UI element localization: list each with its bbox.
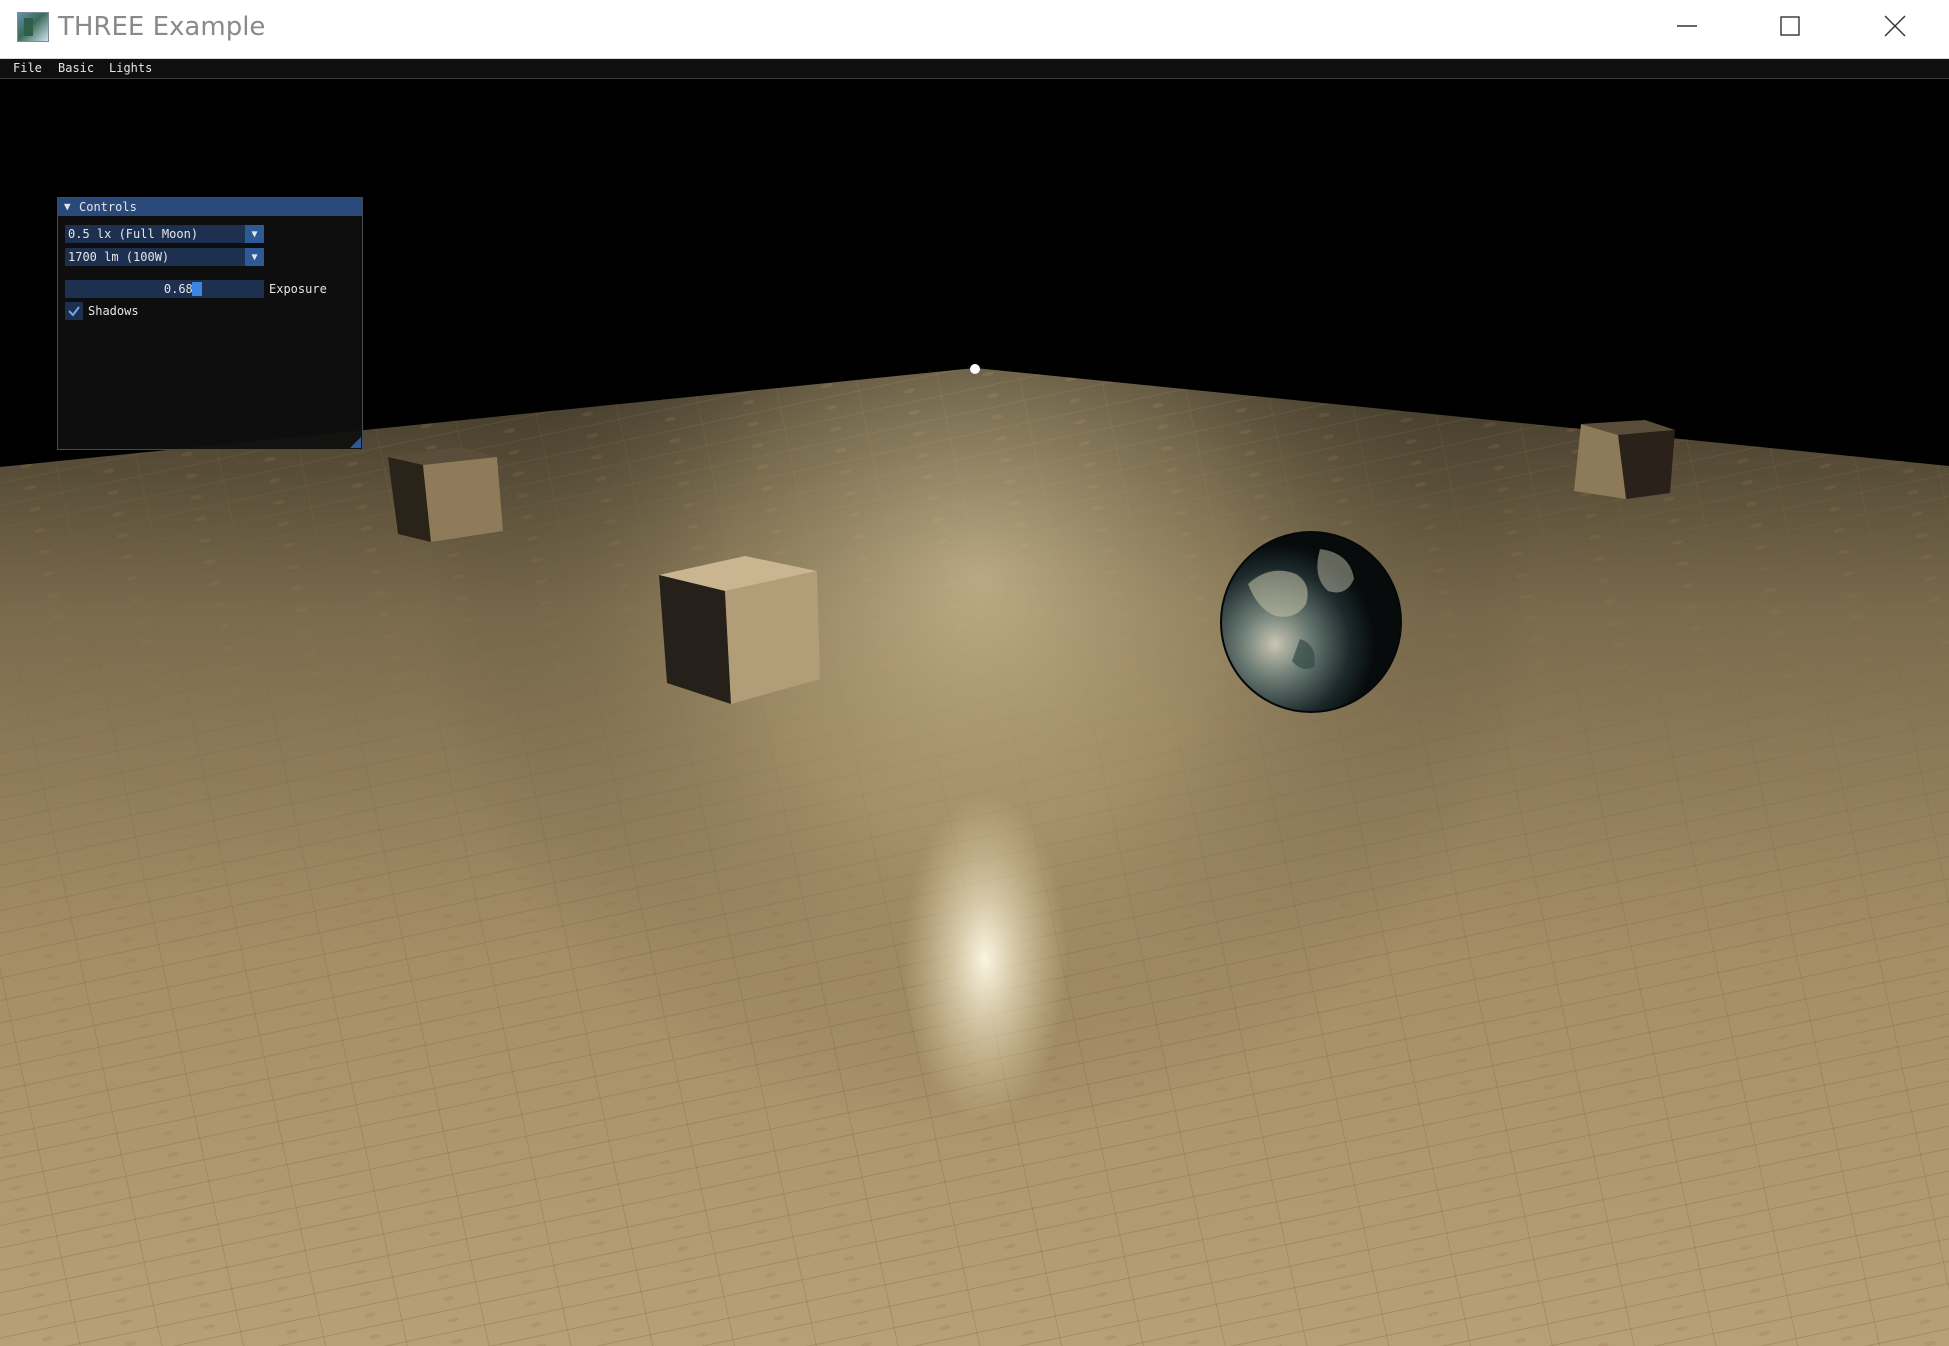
menu-lights[interactable]: Lights xyxy=(109,61,152,75)
menu-basic[interactable]: Basic xyxy=(58,61,94,75)
ambient-light-value: 0.5 lx (Full Moon) xyxy=(68,227,199,241)
maximize-icon xyxy=(1780,16,1800,36)
controls-panel[interactable]: ▼ Controls 0.5 lx (Full Moon) ▼ 1700 lm … xyxy=(57,197,363,450)
shadows-label: Shadows xyxy=(88,304,139,318)
menu-file[interactable]: File xyxy=(13,61,42,75)
collapse-triangle-icon[interactable]: ▼ xyxy=(64,200,71,213)
app-icon xyxy=(17,12,49,42)
close-button[interactable] xyxy=(1845,0,1945,52)
menu-bar: File Basic Lights xyxy=(0,59,1949,79)
bulb-power-value: 1700 lm (100W) xyxy=(68,250,170,264)
minimize-icon xyxy=(1677,25,1697,27)
center-cube xyxy=(659,556,820,704)
bulb-power-combo[interactable]: 1700 lm (100W) ▼ xyxy=(65,248,264,266)
window-titlebar[interactable]: THREE Example xyxy=(0,0,1949,59)
dropdown-arrow-icon[interactable]: ▼ xyxy=(245,248,264,266)
light-bulb xyxy=(970,364,980,374)
earth-sphere xyxy=(1220,531,1402,713)
slider-grab-handle[interactable] xyxy=(192,282,202,296)
dropdown-arrow-icon[interactable]: ▼ xyxy=(245,225,264,243)
ambient-light-combo[interactable]: 0.5 lx (Full Moon) ▼ xyxy=(65,225,264,243)
maximize-button[interactable] xyxy=(1740,0,1840,52)
exposure-slider[interactable]: 0.680 xyxy=(65,280,264,298)
render-viewport[interactable]: ▼ Controls 0.5 lx (Full Moon) ▼ 1700 lm … xyxy=(0,79,1949,1346)
exposure-value: 0.680 xyxy=(163,282,200,296)
light-reflection xyxy=(895,789,1075,1129)
minimize-button[interactable] xyxy=(1637,0,1737,52)
window-title: THREE Example xyxy=(58,12,266,42)
exposure-label: Exposure xyxy=(269,282,327,296)
resize-grip-icon[interactable] xyxy=(350,437,361,448)
small-cube-left xyxy=(388,447,503,542)
small-cube-right xyxy=(1574,420,1675,499)
shadows-checkbox[interactable] xyxy=(65,302,83,320)
close-icon xyxy=(1884,15,1906,37)
controls-panel-titlebar[interactable]: ▼ Controls xyxy=(58,198,362,216)
checkmark-icon xyxy=(68,306,80,317)
controls-panel-title: Controls xyxy=(79,200,137,214)
